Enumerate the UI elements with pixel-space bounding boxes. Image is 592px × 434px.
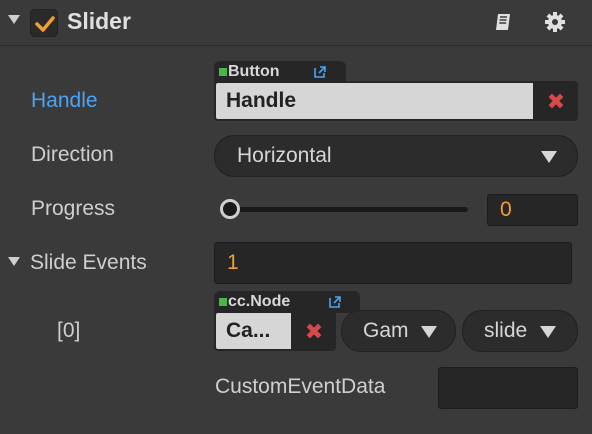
handle-object-value[interactable]: Handle bbox=[216, 83, 533, 119]
event-target-clear-icon[interactable]: ✖ bbox=[294, 319, 334, 345]
custom-event-data-input[interactable] bbox=[438, 367, 578, 409]
type-dot-icon bbox=[219, 68, 227, 76]
handle-type-text: Button bbox=[228, 63, 280, 80]
event-index-label: [0] bbox=[57, 319, 81, 342]
event-target-object-field[interactable]: Ca... ✖ bbox=[214, 311, 336, 351]
checkmark-icon bbox=[35, 16, 55, 32]
slide-events-label: Slide Events bbox=[30, 251, 147, 274]
progress-slider[interactable] bbox=[220, 196, 468, 224]
handle-object-field[interactable]: Handle ✖ bbox=[214, 81, 578, 121]
handle-type-tag: Button bbox=[214, 61, 346, 83]
chevron-down-icon bbox=[540, 326, 556, 338]
event-component-select[interactable]: Gam bbox=[341, 310, 456, 352]
component-header: Slider bbox=[0, 0, 592, 46]
custom-event-data-label: CustomEventData bbox=[215, 375, 386, 398]
progress-label: Progress bbox=[31, 197, 116, 220]
header-divider bbox=[0, 45, 592, 46]
event-target-type-text: cc.Node bbox=[228, 293, 291, 310]
enabled-checkbox[interactable] bbox=[30, 9, 58, 37]
slide-events-count-input[interactable]: 1 bbox=[214, 242, 572, 284]
external-link-icon[interactable] bbox=[327, 294, 343, 310]
slider-track bbox=[220, 207, 468, 212]
event-target-value[interactable]: Ca... bbox=[216, 313, 291, 349]
help-book-icon[interactable] bbox=[493, 11, 515, 38]
type-dot-icon bbox=[219, 298, 227, 306]
event-handler-value: slide bbox=[484, 319, 528, 342]
expand-triangle-icon[interactable] bbox=[8, 257, 20, 266]
slider-thumb[interactable] bbox=[220, 199, 240, 219]
direction-label: Direction bbox=[31, 143, 114, 166]
event-target-type-tag: cc.Node bbox=[214, 291, 360, 313]
handle-clear-icon[interactable]: ✖ bbox=[536, 89, 576, 115]
collapse-triangle-icon[interactable] bbox=[8, 15, 20, 24]
event-component-value: Gam bbox=[363, 319, 409, 342]
handle-label: Handle bbox=[31, 89, 98, 112]
component-title: Slider bbox=[67, 8, 131, 34]
direction-select[interactable]: Horizontal bbox=[214, 135, 578, 177]
event-handler-select[interactable]: slide bbox=[462, 310, 578, 352]
chevron-down-icon bbox=[421, 326, 437, 338]
external-link-icon[interactable] bbox=[312, 64, 328, 80]
settings-gear-icon[interactable] bbox=[544, 11, 566, 38]
progress-input[interactable]: 0 bbox=[487, 194, 578, 226]
direction-value: Horizontal bbox=[237, 144, 332, 167]
chevron-down-icon bbox=[541, 151, 557, 163]
